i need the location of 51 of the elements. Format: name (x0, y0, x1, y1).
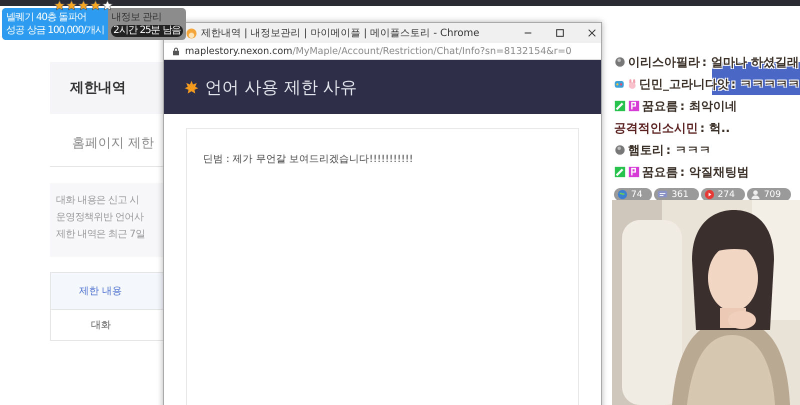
table-cell-text: 대화 (90, 319, 111, 332)
close-icon[interactable] (587, 28, 597, 38)
play-icon (704, 189, 715, 200)
star-icon (66, 0, 77, 11)
person-icon (750, 189, 761, 200)
chat-message: : 헉.. (700, 120, 730, 136)
notice-text: 운영정책위반 언어사 (56, 211, 145, 224)
flag-icon (628, 100, 640, 112)
address-bar[interactable]: maplestory.nexon.com/MyMaple/Account/Restriction/Chat/Info?sn=8132154&r=0 (164, 43, 601, 60)
message-text: 딘범 : 제가 무언갈 보여드리겠습니다!!!!!!!!!!! (203, 154, 414, 165)
mission-text: 넬퀘기 40층 돌파어 (6, 11, 88, 24)
chat-username: 꿈요름 (642, 164, 678, 180)
chat-message: : 악질채팅범 (680, 164, 749, 180)
maximize-icon[interactable] (555, 28, 565, 38)
bunny-icon (626, 78, 637, 90)
chat-message: : ㅋㅋㅋㅋㅋ (731, 76, 800, 92)
chat-username: 이리스아필라 (628, 54, 700, 70)
stat-count: 709 (764, 190, 782, 200)
page-heading: 제한내역 (70, 79, 126, 97)
chat-message: : 최악이네 (680, 98, 737, 114)
leaf-icon (184, 80, 199, 94)
stat-count: 274 (718, 190, 735, 200)
window-title: 제한내역 | 내정보관리 | 마이메이플 | 메이플스토리 - Chrome (201, 27, 480, 40)
stat-count: 74 (631, 190, 642, 200)
url-path: /MyMaple/Account/Restriction/Chat/Info?sn=8132154&r=0 (292, 46, 572, 56)
orb-icon (614, 56, 626, 68)
chat-username: 꿈요름 (642, 98, 678, 114)
chat-icon (657, 189, 668, 200)
chat-message: : ㅋㅋㅋ (666, 142, 711, 158)
url-host: maplestory.nexon.com (185, 46, 292, 56)
chat-username: 햄토리 (628, 142, 664, 158)
notice-text: 제한 내역은 최근 7일 (56, 228, 146, 241)
orb-icon (614, 144, 626, 156)
lock-icon (172, 46, 180, 56)
popup-heading: 언어 사용 제한 사유 (205, 76, 358, 98)
star-icon (90, 0, 101, 11)
pen-icon (614, 166, 626, 178)
game-icon (614, 78, 624, 90)
stat-count: 361 (671, 190, 689, 200)
reward-text: 성공 상금 100,000/개시 (6, 24, 104, 37)
widget-title: 내정보 관리 (111, 12, 162, 24)
column-header: 제한 내용 (78, 285, 122, 298)
star-icon (54, 0, 65, 11)
timer-badge: 2시간 25분 남음 (111, 24, 183, 36)
flag-icon (628, 166, 640, 178)
pen-icon (614, 100, 626, 112)
notice-text: 대화 내용은 신고 시 (56, 194, 140, 207)
globe-icon (617, 189, 628, 200)
star-icon (78, 0, 89, 11)
mushroom-icon (186, 28, 197, 38)
chat-username: 공격적인소시민 (614, 120, 698, 136)
